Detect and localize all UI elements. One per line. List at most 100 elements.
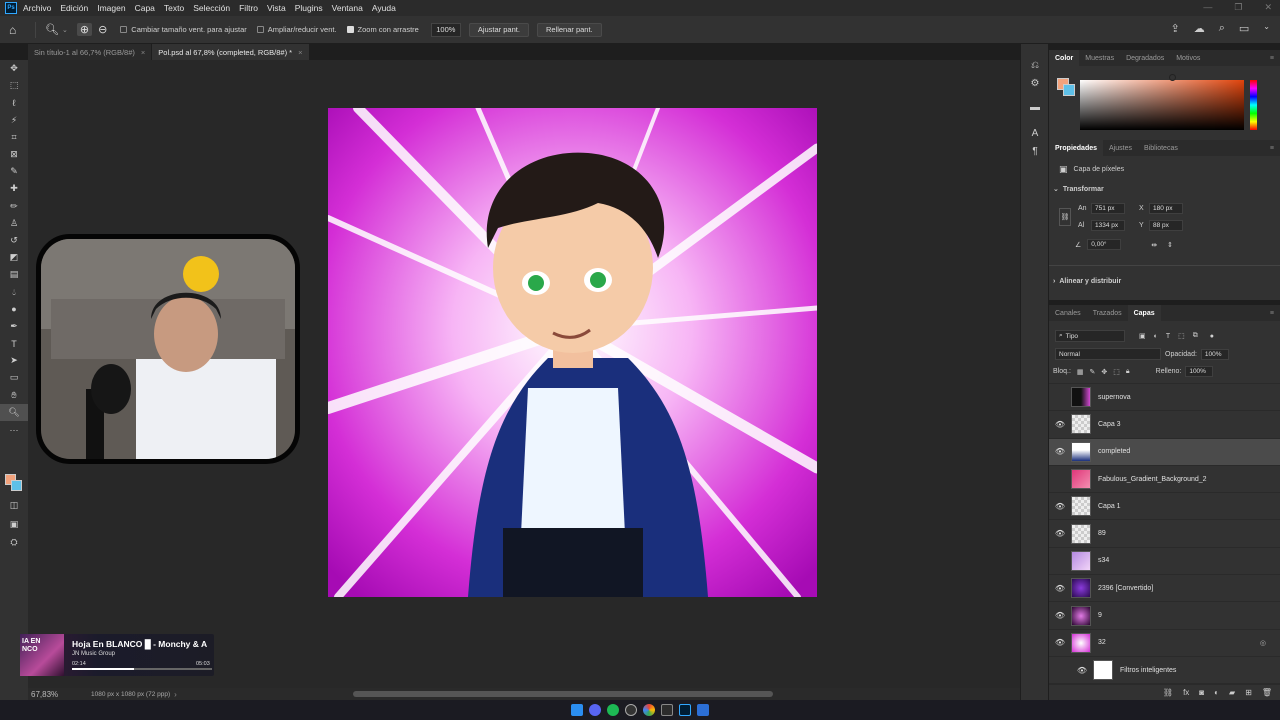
eraser-tool-icon[interactable]: ◩: [0, 249, 28, 266]
resize-windows-checkbox[interactable]: Cambiar tamaño vent. para ajustar: [120, 25, 247, 34]
eye-icon[interactable]: 👁︎: [1049, 529, 1071, 538]
delete-layer-icon[interactable]: 🗑︎: [1262, 688, 1272, 697]
add-mask-icon[interactable]: ◙: [1199, 688, 1204, 697]
background-color-swatch[interactable]: [11, 480, 22, 491]
properties-panel-icon[interactable]: ⚙: [1021, 74, 1049, 92]
menu-imagen[interactable]: Imagen: [97, 3, 125, 13]
lock-all-icon[interactable]: 🔒︎: [1126, 368, 1130, 376]
hand-tool-icon[interactable]: ✋︎: [0, 387, 28, 404]
menu-plugins[interactable]: Plugins: [295, 3, 323, 13]
dodge-tool-icon[interactable]: ●: [0, 301, 28, 318]
filter-type-icon[interactable]: T: [1166, 333, 1170, 340]
layer-row[interactable]: 👁︎ 32 ◎: [1049, 630, 1280, 657]
layer-row[interactable]: 👁︎ completed: [1049, 438, 1280, 466]
opacity-input[interactable]: 100%: [1200, 348, 1229, 360]
eye-icon[interactable]: 👁︎: [1049, 638, 1071, 647]
menu-edicion[interactable]: Edición: [60, 3, 88, 13]
layer-row[interactable]: 👁︎ 2396 [Convertido]: [1049, 575, 1280, 603]
horizontal-scrollbar[interactable]: [353, 691, 773, 697]
tab-swatches[interactable]: Muestras: [1079, 50, 1120, 66]
panel-bg-swatch[interactable]: [1063, 84, 1075, 96]
smart-filter-row[interactable]: 👁︎ Filtros inteligentes: [1049, 657, 1280, 685]
width-input[interactable]: 751 px: [1091, 203, 1125, 214]
layer-filter-select[interactable]: ⌕ Tipo: [1055, 330, 1125, 342]
more-tools-icon[interactable]: ···: [0, 421, 28, 438]
comments-panel-icon[interactable]: ▬: [1021, 98, 1049, 116]
panel-menu-icon[interactable]: ≡: [1270, 145, 1274, 152]
search-icon[interactable]: ⌕: [1219, 22, 1225, 35]
quick-mask-icon[interactable]: ◫: [0, 497, 28, 514]
fill-screen-button[interactable]: Rellenar pant.: [536, 22, 602, 37]
history-brush-tool-icon[interactable]: ↺: [0, 232, 28, 249]
filter-pixel-icon[interactable]: ▣: [1139, 332, 1146, 340]
new-group-icon[interactable]: ▰: [1229, 688, 1235, 697]
new-layer-icon[interactable]: ⊞: [1245, 688, 1252, 697]
eye-icon[interactable]: 👁︎: [1049, 420, 1071, 429]
layer-row[interactable]: 👁︎ Capa 3: [1049, 411, 1280, 439]
height-input[interactable]: 1334 px: [1091, 220, 1125, 231]
dropdown-icon[interactable]: ⌄: [1263, 22, 1270, 35]
fill-input[interactable]: 100%: [1185, 366, 1214, 377]
tab-color[interactable]: Color: [1049, 50, 1080, 66]
menu-capa[interactable]: Capa: [135, 3, 155, 13]
photoshop-taskbar-icon[interactable]: [679, 704, 691, 716]
magic-wand-tool-icon[interactable]: ⚡: [0, 112, 28, 129]
app-icon[interactable]: [661, 704, 673, 716]
zoom-in-icon[interactable]: ⊕: [76, 23, 93, 36]
zoom-percent-input[interactable]: 100%: [430, 22, 461, 37]
lock-position-icon[interactable]: ✥: [1101, 368, 1107, 376]
menu-ayuda[interactable]: Ayuda: [372, 3, 396, 13]
transform-section-title[interactable]: Transformar: [1063, 186, 1104, 193]
zoom-out-icon[interactable]: ⊖: [98, 23, 107, 36]
angle-input[interactable]: 0,00°: [1087, 239, 1122, 250]
zoom-tool-icon[interactable]: 🔍︎: [0, 403, 28, 421]
paragraph-panel-icon[interactable]: ¶: [1021, 142, 1049, 160]
layer-style-icon[interactable]: fx: [1183, 688, 1189, 697]
frame-tool-icon[interactable]: ⊠: [0, 146, 28, 163]
lock-pixels-icon[interactable]: ✎: [1090, 368, 1096, 376]
menu-ventana[interactable]: Ventana: [332, 3, 363, 13]
layer-row[interactable]: 👁︎ 9: [1049, 602, 1280, 630]
artboard-icon[interactable]: ⛭: [0, 534, 28, 551]
chevron-down-icon[interactable]: ⌄: [1053, 185, 1059, 193]
tab-pol-psd[interactable]: Pol.psd al 67,8% (completed, RGB/8#) * ×: [152, 44, 310, 60]
hue-slider[interactable]: [1250, 80, 1257, 130]
flip-horizontal-icon[interactable]: ⇹: [1151, 241, 1157, 249]
blend-mode-select[interactable]: Normal: [1055, 348, 1161, 360]
layer-row[interactable]: supernova: [1049, 384, 1280, 412]
lasso-tool-icon[interactable]: ℓ: [0, 94, 28, 111]
menu-seleccion[interactable]: Selección: [193, 3, 230, 13]
eye-icon[interactable]: 👁︎: [1049, 611, 1071, 620]
zoom-level[interactable]: 67,83%: [31, 690, 91, 699]
gradient-tool-icon[interactable]: ▤: [0, 266, 28, 283]
align-section-title[interactable]: Alinear y distribuir: [1059, 278, 1121, 285]
color-field[interactable]: [1080, 80, 1244, 130]
crop-tool-icon[interactable]: ⌗: [0, 129, 28, 146]
pen-tool-icon[interactable]: ✒: [0, 318, 28, 335]
layer-row[interactable]: Fabulous_Gradient_Background_2: [1049, 466, 1280, 494]
share-icon[interactable]: ⇪: [1171, 22, 1180, 35]
clone-stamp-tool-icon[interactable]: ♙: [0, 215, 28, 232]
brush-tool-icon[interactable]: ✏: [0, 198, 28, 215]
flip-vertical-icon[interactable]: ⇕: [1167, 241, 1173, 249]
app-icon[interactable]: [697, 704, 709, 716]
close-tab-icon[interactable]: ×: [298, 48, 302, 57]
healing-brush-tool-icon[interactable]: ✚: [0, 180, 28, 197]
tab-gradients[interactable]: Degradados: [1120, 50, 1170, 66]
x-input[interactable]: 180 px: [1149, 203, 1183, 214]
chevron-down-icon[interactable]: ⌄: [62, 26, 68, 34]
link-dimensions-icon[interactable]: ⛓: [1059, 208, 1071, 226]
filter-adjustment-icon[interactable]: ◐: [1154, 333, 1158, 340]
smart-filter-indicator-icon[interactable]: ◎: [1260, 639, 1266, 647]
type-tool-icon[interactable]: T: [0, 335, 28, 352]
filter-shape-icon[interactable]: ⬚: [1178, 332, 1185, 340]
chevron-right-icon[interactable]: ›: [174, 690, 177, 699]
path-selection-tool-icon[interactable]: ➤: [0, 352, 28, 369]
layer-row[interactable]: 👁︎ Capa 1: [1049, 493, 1280, 521]
blur-tool-icon[interactable]: 💧︎: [0, 283, 28, 300]
fit-screen-button[interactable]: Ajustar pant.: [468, 22, 529, 37]
obs-icon[interactable]: [625, 704, 637, 716]
history-panel-icon[interactable]: ⎌: [1021, 56, 1049, 74]
tab-libraries[interactable]: Bibliotecas: [1138, 140, 1184, 156]
move-tool-icon[interactable]: ✥: [0, 60, 28, 77]
